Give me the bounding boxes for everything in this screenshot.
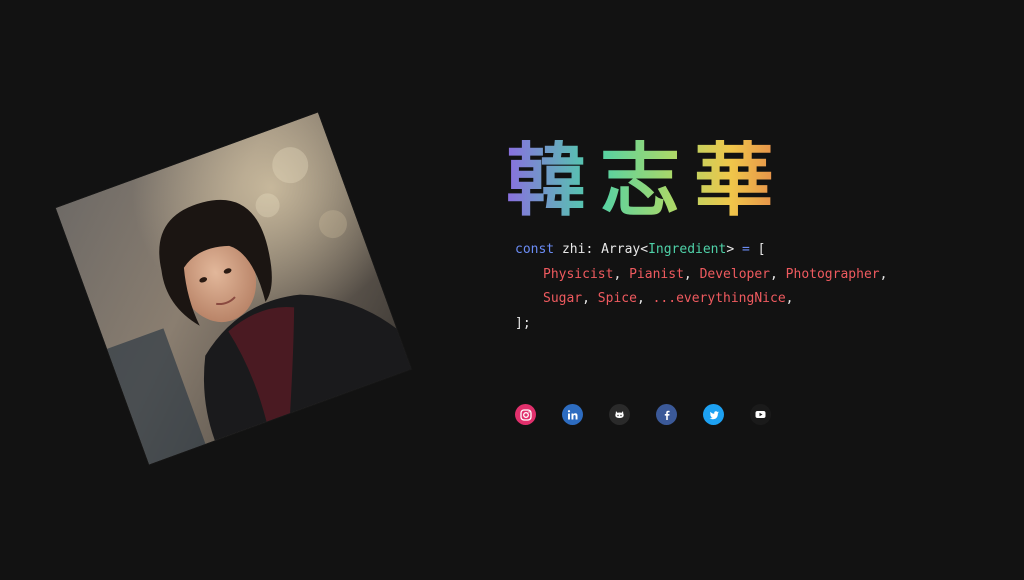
code-item: ...everythingNice [652,291,786,306]
code-item: Developer [699,266,771,282]
name-title: 韓志華 [506,140,1006,220]
code-item: Pianist [629,266,684,282]
code-item: Spice [597,291,637,306]
portrait-image [55,112,412,465]
code-generic-close: > [726,242,735,257]
facebook-icon [664,410,670,420]
code-type: Ingredient [648,242,727,257]
profile-content: 韓志華 const zhi: Array<Ingredient> = [ Phy… [506,140,1006,336]
linkedin-link[interactable] [562,404,583,425]
code-item: Physicist [543,266,614,282]
code-block: const zhi: Array<Ingredient> = [ Physici… [515,242,888,331]
youtube-icon [755,411,766,418]
linkedin-icon [567,409,577,419]
social-links [515,404,771,425]
github-icon [615,411,624,418]
code-keyword: const [515,242,555,257]
profile-photo [55,112,412,465]
code-close: ]; [515,315,531,331]
code-open-bracket: [ [757,242,766,257]
code-item: Photographer [785,266,880,282]
facebook-link[interactable] [656,404,677,425]
youtube-link[interactable] [750,404,771,425]
code-equals: = [734,242,758,257]
github-link[interactable] [609,404,630,425]
twitter-link[interactable] [703,404,724,425]
twitter-icon [709,410,719,419]
code-identifier: zhi: Array< [554,242,649,257]
instagram-icon [519,408,532,421]
code-item: Sugar [543,291,583,306]
instagram-link[interactable] [515,404,536,425]
